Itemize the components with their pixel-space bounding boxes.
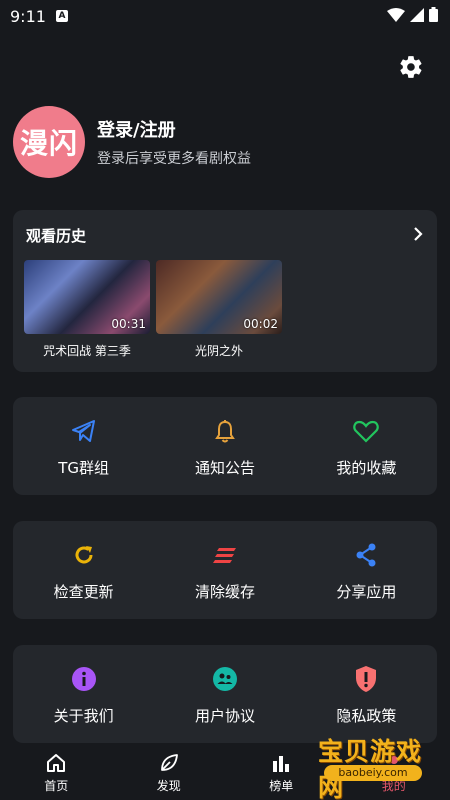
signal-icon [410, 7, 424, 26]
history-item[interactable]: 00:31 咒术回战 第三季 [24, 260, 150, 359]
clear-cache-button[interactable]: 清除缓存 [154, 521, 295, 619]
chart-icon [271, 753, 291, 773]
history-progress-time: 00:31 [111, 317, 146, 331]
profile-section[interactable]: 漫闪 登录/注册 登录后享受更多看剧权益 [13, 106, 251, 178]
user-agreement-label: 用户协议 [194, 707, 255, 725]
refresh-icon [70, 541, 98, 569]
history-thumbnail[interactable]: 00:02 [156, 260, 282, 334]
user-agreement-button[interactable]: 用户协议 [154, 645, 295, 743]
share-app-label: 分享应用 [336, 583, 397, 601]
history-thumbnail[interactable]: 00:31 [24, 260, 150, 334]
avatar[interactable]: 漫闪 [13, 106, 85, 178]
battery-icon [429, 6, 438, 26]
telegram-icon [70, 417, 98, 445]
share-app-button[interactable]: 分享应用 [296, 521, 437, 619]
notice-button[interactable]: 通知公告 [154, 397, 295, 495]
nav-home-label: 首页 [44, 779, 69, 793]
tg-group-button[interactable]: TG群组 [13, 397, 154, 495]
tg-group-label: TG群组 [58, 459, 110, 477]
watermark-url: baobeiy.com [324, 765, 422, 781]
favorites-button[interactable]: 我的收藏 [296, 397, 437, 495]
wifi-icon [387, 7, 405, 26]
clear-cache-label: 清除缓存 [194, 583, 255, 601]
shield-icon [352, 665, 380, 693]
history-progress-time: 00:02 [243, 317, 278, 331]
leaf-icon [159, 753, 179, 773]
login-register-title[interactable]: 登录/注册 [97, 116, 251, 142]
privacy-policy-label: 隐私政策 [336, 707, 397, 725]
nav-home[interactable]: 首页 [0, 745, 113, 800]
notification-a-icon: A [55, 10, 68, 22]
nav-discover-label: 发现 [156, 779, 181, 793]
settings-button[interactable] [398, 56, 424, 82]
status-bar: 9:11 A [0, 0, 450, 32]
watermark-logo: 宝贝游戏网 baobeiy.com [296, 728, 444, 800]
chevron-right-icon[interactable] [413, 226, 423, 245]
agreement-icon [211, 665, 239, 693]
heart-icon [352, 417, 380, 445]
login-subtitle: 登录后享受更多看剧权益 [97, 151, 251, 167]
menu-card: TG群组 通知公告 我的收藏 [13, 397, 437, 495]
history-item-title: 咒术回战 第三季 [43, 344, 131, 358]
check-update-button[interactable]: 检查更新 [13, 521, 154, 619]
bell-icon [211, 417, 239, 445]
watch-history-title: 观看历史 [26, 227, 87, 245]
clear-icon [211, 541, 239, 569]
gear-icon [398, 54, 424, 84]
status-time: 9:11 [10, 6, 46, 26]
check-update-label: 检查更新 [53, 583, 114, 601]
home-icon [46, 753, 66, 773]
share-icon [352, 541, 380, 569]
watch-history-card: 观看历史 00:31 咒术回战 第三季 00:02 光阴之外 [13, 210, 437, 372]
nav-ranking-label: 榜单 [269, 779, 294, 793]
watch-history-header[interactable]: 观看历史 [13, 210, 437, 246]
history-item-title: 光阴之外 [194, 344, 243, 358]
nav-discover[interactable]: 发现 [113, 745, 226, 800]
about-us-label: 关于我们 [53, 707, 114, 725]
info-icon [70, 665, 98, 693]
history-item[interactable]: 00:02 光阴之外 [156, 260, 282, 359]
about-us-button[interactable]: 关于我们 [13, 645, 154, 743]
favorites-label: 我的收藏 [336, 459, 397, 477]
notice-label: 通知公告 [194, 459, 255, 477]
menu-card: 检查更新 清除缓存 分享应用 [13, 521, 437, 619]
